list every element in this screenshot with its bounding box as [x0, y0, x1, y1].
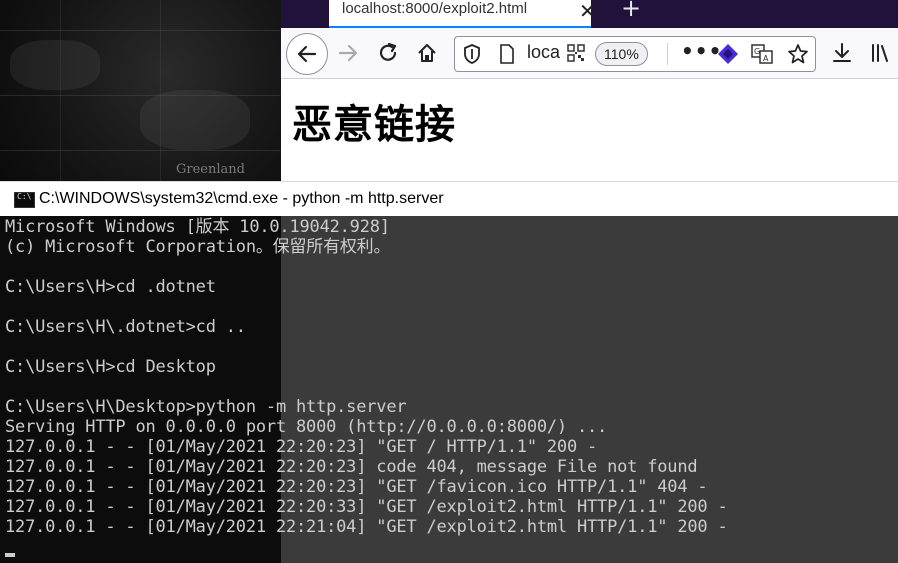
console-line: C:\Users\H\Desktop>python -m http.server — [5, 397, 407, 417]
map-gridline — [160, 0, 161, 182]
tab-title: localhost:8000/exploit2.html — [342, 0, 528, 17]
cmd-window-title: C:\WINDOWS\system32\cmd.exe - python -m … — [39, 190, 444, 207]
new-tab-icon[interactable]: + — [621, 0, 641, 22]
console-cursor — [5, 553, 15, 557]
translate-icon[interactable]: G A — [751, 43, 773, 65]
cmd-titlebar[interactable]: C:\ C:\WINDOWS\system32\cmd.exe - python… — [0, 181, 898, 217]
console-line: C:\Users\H>cd .dotnet — [5, 277, 216, 297]
console-line: Microsoft Windows [版本 10.0.19042.928] — [5, 217, 390, 237]
back-arrow-icon — [297, 45, 317, 63]
console-line: 127.0.0.1 - - [01/May/2021 22:20:23] cod… — [5, 457, 698, 477]
console-line: 127.0.0.1 - - [01/May/2021 22:20:23] "GE… — [5, 477, 708, 497]
console-line: 127.0.0.1 - - [01/May/2021 22:20:23] "GE… — [5, 437, 598, 457]
map-gridline — [0, 30, 282, 31]
map-label-greenland: Greenland — [176, 162, 245, 177]
downloads-button[interactable] — [825, 36, 859, 70]
map-gridline — [0, 150, 282, 151]
map-gridline — [0, 95, 282, 96]
console-output[interactable]: Microsoft Windows [版本 10.0.19042.928] (c)… — [0, 216, 898, 563]
download-icon — [833, 43, 851, 62]
svg-text:G: G — [754, 47, 760, 56]
qr-code-icon[interactable] — [567, 44, 585, 62]
zoom-level-badge[interactable]: 110% — [595, 42, 648, 66]
address-bar[interactable]: loca 110% ••• G A — [454, 36, 816, 72]
forward-arrow-icon — [338, 44, 358, 62]
console-line: Serving HTTP on 0.0.0.0 port 8000 (http:… — [5, 417, 608, 437]
console-line: C:\Users\H>cd Desktop — [5, 357, 216, 377]
library-button[interactable] — [864, 36, 898, 70]
console-line: 127.0.0.1 - - [01/May/2021 22:20:33] "GE… — [5, 497, 728, 517]
browser-window: localhost:8000/exploit2.html ✕ + loca 11… — [281, 0, 898, 182]
desktop-wallpaper: Greenland — [0, 0, 282, 182]
url-text[interactable]: loca — [527, 42, 560, 63]
page-title: 恶意链接 — [292, 102, 456, 148]
map-landmass — [140, 90, 250, 150]
reload-icon — [379, 42, 397, 61]
console-line: C:\Users\H\.dotnet>cd .. — [5, 317, 246, 337]
extension-icon[interactable] — [717, 43, 739, 65]
reload-button[interactable] — [371, 36, 405, 70]
tab-strip: localhost:8000/exploit2.html ✕ + — [281, 0, 898, 28]
tab-active[interactable]: localhost:8000/exploit2.html ✕ — [329, 0, 596, 28]
home-icon — [418, 44, 436, 62]
navigation-toolbar: loca 110% ••• G A — [281, 28, 898, 79]
back-button[interactable] — [286, 33, 328, 75]
console-line: (c) Microsoft Corporation。保留所有权利。 — [5, 237, 391, 257]
map-landmass — [10, 40, 100, 90]
console-line: 127.0.0.1 - - [01/May/2021 22:21:04] "GE… — [5, 517, 728, 537]
cmd-app-icon[interactable]: C:\ — [14, 192, 35, 208]
shield-icon[interactable] — [463, 44, 481, 64]
map-gridline — [60, 0, 61, 182]
bookmark-star-icon[interactable] — [787, 43, 809, 65]
close-tab-icon[interactable]: ✕ — [579, 0, 596, 23]
home-button[interactable] — [410, 36, 444, 70]
forward-button[interactable] — [331, 36, 365, 70]
svg-text:A: A — [763, 54, 769, 63]
urlbar-divider — [667, 43, 668, 65]
page-info-icon[interactable] — [499, 44, 515, 64]
cmd-window: C:\ C:\WINDOWS\system32\cmd.exe - python… — [0, 181, 898, 563]
library-icon — [872, 44, 888, 62]
